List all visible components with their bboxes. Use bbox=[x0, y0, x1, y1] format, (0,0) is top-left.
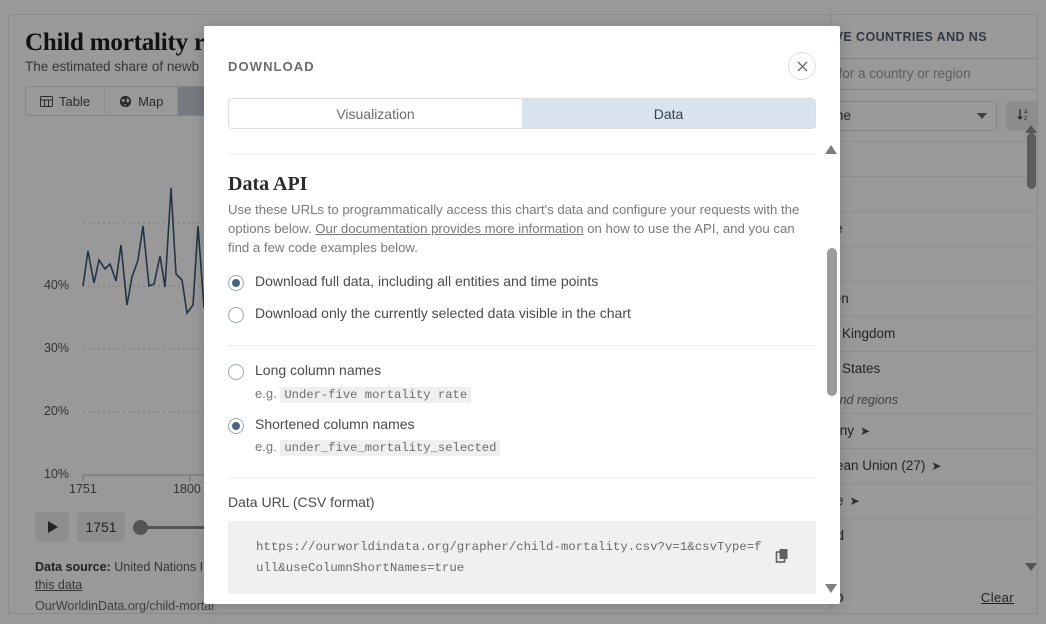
clear-selection-button[interactable]: Clear bbox=[981, 590, 1014, 605]
source-text: United Nations In bbox=[114, 560, 211, 574]
copy-icon[interactable] bbox=[775, 547, 790, 568]
short-names-eg-prefix: e.g. bbox=[255, 439, 277, 455]
radio-selected-data[interactable] bbox=[228, 307, 244, 324]
options-divider bbox=[228, 345, 816, 347]
radio-short-names[interactable] bbox=[228, 417, 244, 434]
section-title: Data API bbox=[228, 173, 308, 195]
chevron-down-icon bbox=[977, 112, 987, 119]
scope-option-full[interactable]: Download full data, including all entiti… bbox=[228, 273, 816, 292]
sidebar-scrollbar[interactable] bbox=[1027, 123, 1036, 593]
modal-scroll-down-icon[interactable] bbox=[825, 584, 837, 593]
download-type-tabs: Visualization Data bbox=[228, 98, 816, 129]
list-item[interactable]: ndia bbox=[831, 245, 1037, 281]
data-url-value: https://ourworldindata.org/grapher/child… bbox=[256, 540, 762, 575]
list-item[interactable]: weden bbox=[831, 280, 1037, 316]
country-search-placeholder: rch for a country or region bbox=[830, 66, 971, 82]
download-modal: DOWNLOAD Visualization Data Data API Use… bbox=[204, 26, 840, 604]
radio-long-names[interactable] bbox=[228, 364, 244, 381]
list-item[interactable]: World bbox=[831, 517, 1037, 553]
y-tick-20: 20% bbox=[43, 404, 69, 418]
list-item[interactable]: uropean Union (27) ➤ bbox=[830, 447, 1037, 483]
sort-by-select[interactable]: Name bbox=[831, 100, 997, 131]
y-tick-10: 10% bbox=[43, 467, 69, 481]
svg-text:Z: Z bbox=[1024, 116, 1028, 122]
download-modal-content: DOWNLOAD Visualization Data Data API Use… bbox=[204, 26, 840, 604]
aggregate-arrow-icon: ➤ bbox=[849, 493, 860, 508]
column-option-short[interactable]: Shortened column names e.g. under_five_m… bbox=[228, 415, 816, 457]
y-tick-30: 30% bbox=[43, 341, 69, 355]
tab-table-label: Table bbox=[59, 93, 91, 109]
entity-selector-panel: EMOVE COUNTRIES AND NS rch for a country… bbox=[830, 15, 1037, 613]
section-description: Use these URLs to programmatically acces… bbox=[228, 200, 816, 257]
modal-scroll-thumb[interactable] bbox=[827, 248, 837, 396]
close-icon[interactable] bbox=[788, 52, 816, 80]
scope-option-selected[interactable]: Download only the currently selected dat… bbox=[228, 305, 816, 324]
long-names-eg-code: Under-five mortality rate bbox=[280, 386, 472, 403]
tab-data[interactable]: Data bbox=[522, 99, 815, 128]
source-learn-more-link[interactable]: this data bbox=[35, 578, 82, 592]
y-tick-40: 40% bbox=[43, 278, 69, 292]
tab-table[interactable]: Table bbox=[26, 87, 106, 115]
screen-root: Child mortality r The estimated share of… bbox=[0, 0, 1046, 624]
list-item[interactable]: urope➤ bbox=[831, 482, 1037, 518]
entity-selector-heading: EMOVE COUNTRIES AND NS bbox=[831, 30, 987, 44]
chart-view-tabs: Table Map bbox=[25, 86, 224, 116]
svg-text:A: A bbox=[1024, 109, 1028, 115]
slider-handle[interactable] bbox=[133, 519, 148, 535]
url-divider bbox=[228, 477, 816, 479]
tab-visualization[interactable]: Visualization bbox=[229, 99, 522, 128]
list-item[interactable]: ermany➤ bbox=[831, 412, 1037, 448]
list-item[interactable]: nited States bbox=[831, 350, 1037, 386]
data-url-box[interactable]: https://ourworldindata.org/grapher/child… bbox=[228, 521, 816, 595]
tab-map-label: Map bbox=[138, 93, 164, 109]
long-names-eg-prefix: e.g. bbox=[255, 385, 277, 401]
modal-scroll-up-icon[interactable] bbox=[825, 145, 837, 154]
radio-long-names-label: Long column names bbox=[255, 362, 382, 379]
timeline-year[interactable]: 1751 bbox=[77, 512, 125, 542]
list-group-label: ries and regions bbox=[831, 392, 898, 407]
tab-map[interactable]: Map bbox=[105, 87, 179, 115]
play-button[interactable] bbox=[35, 512, 69, 542]
short-names-eg-code: under_five_mortality_selected bbox=[280, 440, 501, 457]
x-tick-1800: 1800 bbox=[173, 482, 201, 496]
long-names-example: e.g. Under-five mortality rate bbox=[255, 385, 472, 403]
list-item[interactable] bbox=[831, 140, 1037, 176]
list-item[interactable]: razil bbox=[831, 175, 1037, 211]
sidebar-scroll-thumb[interactable] bbox=[1027, 133, 1036, 189]
source-label: Data source: bbox=[35, 560, 111, 574]
globe-icon bbox=[119, 95, 132, 108]
sort-row: Name AZ bbox=[831, 100, 1037, 131]
radio-short-names-label: Shortened column names bbox=[255, 415, 415, 432]
country-search-input[interactable]: rch for a country or region bbox=[830, 57, 1037, 90]
documentation-link[interactable]: Our documentation provides more informat… bbox=[315, 221, 583, 236]
list-item[interactable]: rance bbox=[831, 210, 1037, 246]
selected-footer: TED Clear bbox=[831, 590, 1014, 605]
table-icon bbox=[40, 95, 53, 108]
modal-header: DOWNLOAD bbox=[228, 48, 816, 84]
radio-full-data[interactable] bbox=[228, 275, 244, 292]
header-divider bbox=[228, 154, 816, 155]
radio-selected-data-label: Download only the currently selected dat… bbox=[255, 305, 631, 322]
list-item-label: uropean Union (27) bbox=[830, 458, 926, 474]
play-icon bbox=[48, 521, 58, 533]
list-item[interactable]: nited Kingdom bbox=[831, 315, 1037, 351]
x-tick-1751: 1751 bbox=[69, 482, 97, 496]
radio-full-data-label: Download full data, including all entiti… bbox=[255, 273, 599, 290]
data-url-label: Data URL (CSV format) bbox=[228, 494, 375, 511]
modal-title: DOWNLOAD bbox=[228, 58, 315, 74]
column-option-long[interactable]: Long column names e.g. Under-five mortal… bbox=[228, 362, 816, 403]
short-names-example: e.g. under_five_mortality_selected bbox=[255, 439, 501, 457]
sidebar-scroll-down-icon[interactable] bbox=[1025, 563, 1037, 571]
aggregate-arrow-icon: ➤ bbox=[931, 458, 942, 473]
aggregate-arrow-icon: ➤ bbox=[860, 423, 871, 438]
